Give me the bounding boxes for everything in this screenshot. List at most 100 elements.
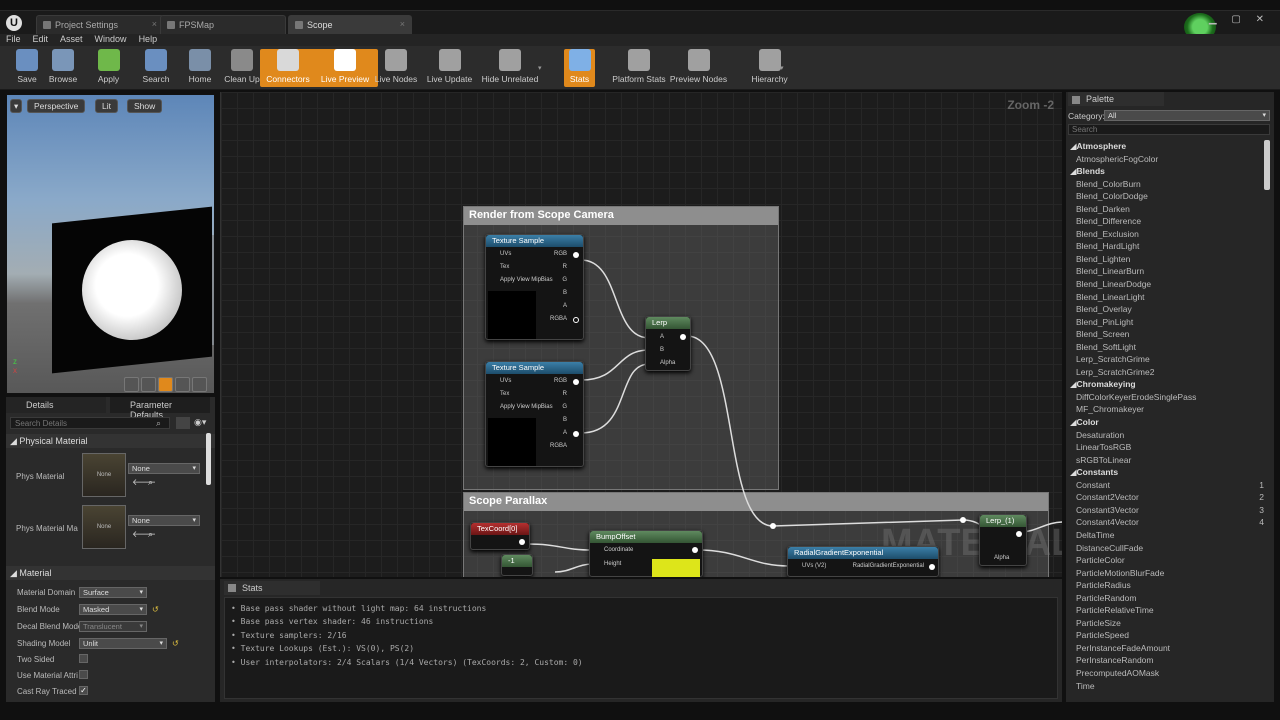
radial-gradient-node[interactable]: RadialGradientExponential UVs (V2) Radia… (787, 546, 939, 577)
cube-icon[interactable] (175, 377, 190, 392)
palette-item[interactable]: Blend_HardLight (1068, 240, 1264, 253)
palette-item[interactable]: DeltaTime (1068, 529, 1264, 542)
tab-details[interactable]: Details (6, 397, 106, 413)
material-graph[interactable]: Zoom -2 MATERIAL Render from Scope Camer… (220, 92, 1062, 577)
pin-rgba[interactable] (573, 317, 579, 323)
pin-output[interactable] (692, 547, 698, 553)
material-row-dropdown[interactable]: Masked (79, 604, 147, 615)
material-row-dropdown[interactable]: Surface (79, 587, 147, 598)
close-icon[interactable]: × (152, 19, 157, 29)
section-physical-material[interactable]: ◢ Physical Material (6, 434, 215, 448)
palette-item[interactable]: Constant 1 (1068, 479, 1264, 492)
palette-category[interactable]: ◢Color (1068, 416, 1264, 429)
toolbar-connectors-button[interactable]: Connectors (260, 49, 316, 87)
palette-scrollbar[interactable] (1264, 140, 1270, 190)
palette-item[interactable]: Blend_Darken (1068, 203, 1264, 216)
toolbar-stats-button[interactable]: Stats (564, 49, 595, 87)
pin-rgb[interactable] (573, 379, 579, 385)
perspective-button[interactable]: Perspective (27, 99, 86, 113)
toolbar-hierarchy-button[interactable]: Hierarchy (744, 49, 795, 87)
palette-item[interactable]: PrecomputedAOMask (1068, 667, 1264, 680)
constant-node[interactable]: -1 (501, 554, 533, 576)
palette-item[interactable]: Blend_LinearBurn (1068, 265, 1264, 278)
material-checkbox[interactable] (79, 670, 88, 679)
palette-item[interactable]: Desaturation (1068, 429, 1264, 442)
toolbar-hide-unrelated-button[interactable]: Hide Unrelated (472, 49, 548, 87)
menu-help[interactable]: Help (133, 34, 164, 44)
toolbar-search-button[interactable]: Search (138, 49, 174, 87)
sphere-icon[interactable] (141, 377, 156, 392)
palette-item[interactable]: Lerp_ScratchGrime (1068, 353, 1264, 366)
palette-item[interactable]: PerInstanceRandom (1068, 654, 1264, 667)
tab-stats[interactable]: Stats (224, 581, 320, 595)
palette-category[interactable]: ◢Constants (1068, 466, 1264, 479)
tab-fpsmap[interactable]: FPSMap (160, 15, 286, 35)
preview-viewport[interactable]: ▾ Perspective Lit Show zx (6, 94, 215, 394)
palette-item[interactable]: Blend_ColorBurn (1068, 178, 1264, 191)
window-controls[interactable]: ▁ ▢ ✕ (1209, 14, 1270, 25)
menu-window[interactable]: Window (89, 34, 133, 44)
palette-item[interactable]: ParticleColor (1068, 554, 1264, 567)
pin-output[interactable] (680, 334, 686, 340)
palette-item[interactable]: ParticleRadius (1068, 579, 1264, 592)
details-search-input[interactable] (10, 417, 170, 429)
reset-to-default-icon[interactable]: ↺ (172, 639, 179, 648)
palette-item[interactable]: Constant4Vector 4 (1068, 516, 1264, 529)
hide-unrelated-options-arrow[interactable]: ▾ (538, 64, 542, 72)
palette-item[interactable]: DistanceCullFade (1068, 542, 1264, 555)
palette-item[interactable]: Blend_Overlay (1068, 303, 1264, 316)
material-row-dropdown[interactable]: Unlit (79, 638, 167, 649)
tab-parameter-defaults[interactable]: Parameter Defaults (110, 397, 210, 420)
tab-project-settings[interactable]: Project Settings × (36, 15, 164, 35)
palette-item[interactable]: Blend_Lighten (1068, 253, 1264, 266)
palette-item[interactable]: Time (1068, 680, 1264, 693)
menu-asset[interactable]: Asset (54, 34, 89, 44)
palette-item[interactable]: Constant3Vector 3 (1068, 504, 1264, 517)
browse-icon[interactable]: ⌕ (148, 529, 153, 540)
palette-item[interactable]: Blend_PinLight (1068, 316, 1264, 329)
reset-to-default-icon[interactable]: ↺ (152, 605, 159, 614)
texture-sample-node-2[interactable]: Texture Sample UVs Tex Apply View MipBia… (485, 361, 584, 467)
toolbar-live-nodes-button[interactable]: Live Nodes (368, 49, 424, 87)
toolbar-apply-button[interactable]: Apply (93, 49, 124, 87)
material-checkbox[interactable] (79, 654, 88, 663)
browse-icon[interactable]: ⌕ (148, 477, 153, 488)
palette-category[interactable]: ◢Atmosphere (1068, 140, 1264, 153)
teapot-icon[interactable] (192, 377, 207, 392)
palette-item[interactable]: AtmosphericFogColor (1068, 153, 1264, 166)
palette-item[interactable]: ParticleSize (1068, 617, 1264, 630)
details-scrollbar[interactable] (206, 433, 211, 485)
show-button[interactable]: Show (127, 99, 163, 113)
palette-item[interactable]: PerInstanceFadeAmount (1068, 642, 1264, 655)
cylinder-icon[interactable] (124, 377, 139, 392)
palette-item[interactable]: sRGBToLinear (1068, 454, 1264, 467)
phys-material-mask-thumbnail[interactable]: None (82, 505, 126, 549)
viewport-options-button[interactable]: ▾ (10, 99, 23, 113)
toolbar-browse-button[interactable]: Browse (45, 49, 81, 87)
palette-item[interactable]: Lerp_ScratchGrime2 (1068, 366, 1264, 379)
material-checkbox[interactable]: ✓ (79, 686, 88, 695)
pin-output[interactable] (519, 539, 525, 545)
pin-output[interactable] (929, 564, 935, 570)
palette-item[interactable]: Blend_ColorDodge (1068, 190, 1264, 203)
menu-file[interactable]: File (0, 34, 27, 44)
close-icon[interactable]: × (400, 19, 405, 29)
palette-item[interactable]: Constant2Vector 2 (1068, 491, 1264, 504)
toolbar-preview-nodes-button[interactable]: Preview Nodes (663, 49, 734, 87)
hierarchy-options-arrow[interactable]: ▾ (780, 64, 784, 72)
plane-icon[interactable] (158, 377, 173, 392)
palette-item[interactable]: Blend_Difference (1068, 215, 1264, 228)
palette-item[interactable]: DiffColorKeyerErodeSinglePass (1068, 391, 1264, 404)
toolbar-home-button[interactable]: Home (185, 49, 215, 87)
category-dropdown[interactable]: All (1104, 110, 1270, 121)
pin-a[interactable] (573, 431, 579, 437)
palette-item[interactable]: ParticleMotionBlurFade (1068, 567, 1264, 580)
lit-button[interactable]: Lit (95, 99, 118, 113)
toolbar-clean-up-button[interactable]: Clean Up (219, 49, 265, 87)
pin-output[interactable] (1016, 531, 1022, 537)
palette-item[interactable]: Blend_LinearDodge (1068, 278, 1264, 291)
grid-view-icon[interactable] (176, 417, 190, 429)
palette-item[interactable]: LinearTosRGB (1068, 441, 1264, 454)
palette-category[interactable]: ◢Chromakeying (1068, 378, 1264, 391)
palette-item[interactable]: Blend_LinearLight (1068, 291, 1264, 304)
